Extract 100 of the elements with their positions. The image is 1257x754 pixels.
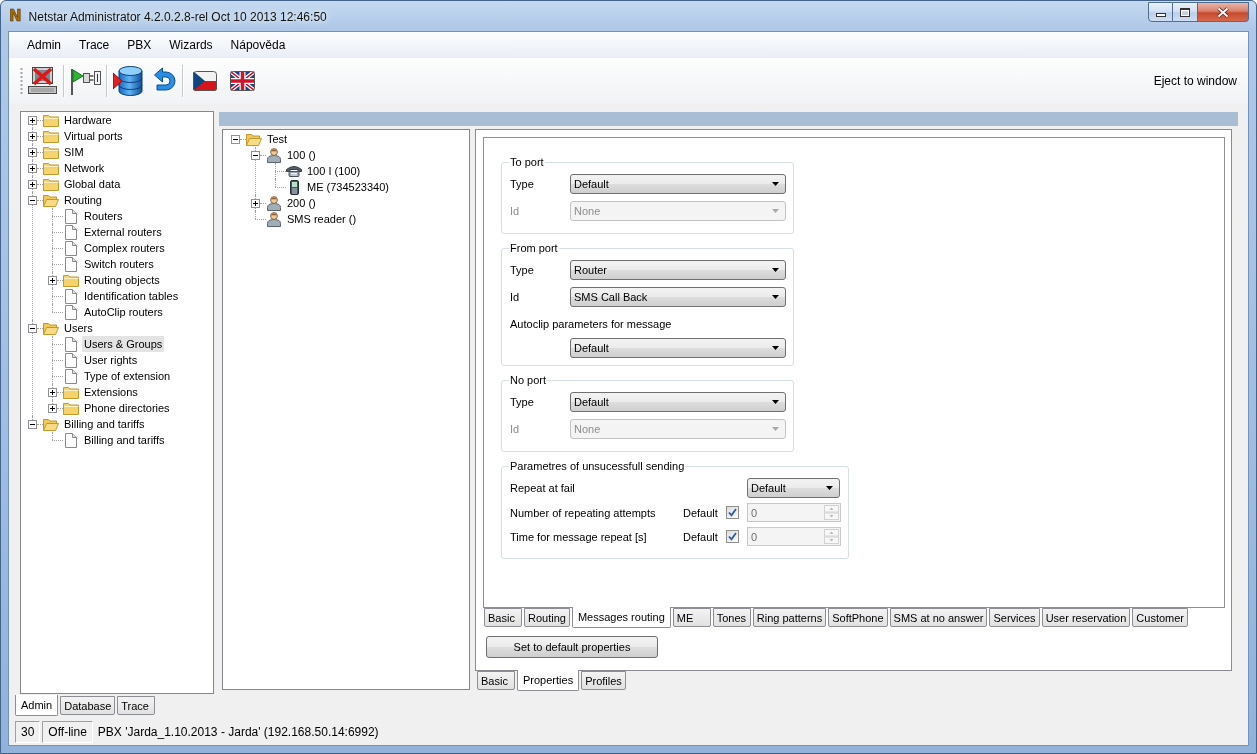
dropdown[interactable]: SMS Call Back [570,287,786,307]
expand-icon[interactable] [48,387,57,397]
tree-item[interactable]: Switch routers [82,256,156,272]
expand-icon[interactable] [48,403,57,413]
tab[interactable]: Profiles [581,671,626,690]
tree-item[interactable]: Users [62,320,95,336]
tab[interactable]: Properties [517,670,580,691]
tab[interactable]: SMS at no answer [889,608,988,627]
tree-item[interactable]: External routers [82,224,164,240]
tab[interactable]: Ring patterns [752,608,827,627]
database-icon[interactable] [113,65,143,97]
dropdown-arrow-icon [826,486,833,490]
tree-item[interactable]: Type of extension [82,368,173,384]
folder-icon [43,129,59,143]
tree-item[interactable]: Users & Groups [82,336,165,352]
czech-flag-icon[interactable] [193,71,217,91]
maximize-button[interactable] [1173,2,1198,22]
collapse-icon[interactable] [251,150,260,160]
eject-to-window-button[interactable]: Eject to window [1153,72,1237,90]
person-icon [267,147,281,163]
tree-item[interactable]: Phone directories [82,400,172,416]
expand-icon[interactable] [28,163,37,173]
expand-icon[interactable] [28,115,37,125]
tree-item[interactable]: Test [265,131,290,147]
tree-item[interactable]: Routers [82,208,125,224]
tree-item[interactable]: Hardware [62,112,114,128]
menu-item[interactable]: Admin [18,34,70,56]
tree-item[interactable]: Routing objects [82,272,162,288]
dropdown[interactable]: Default [570,392,786,412]
tree-item[interactable]: Virtual ports [62,128,125,144]
checkbox-label: Default [683,530,719,543]
open-folder-icon [43,321,59,335]
status-cell: Off-line [42,721,93,743]
grip-icon[interactable] [20,67,23,95]
collapse-icon[interactable] [28,195,37,205]
tree-item[interactable]: Complex routers [82,240,167,256]
plug-icon[interactable] [70,66,101,96]
checkbox[interactable] [726,506,739,519]
number-field[interactable]: 0 [747,503,841,522]
dropdown[interactable]: Router [570,260,786,280]
tree-item[interactable]: Billing and tariffs [62,416,147,432]
telephone-icon [286,165,302,177]
menu-item[interactable]: Trace [70,34,119,56]
collapse-icon[interactable] [28,323,37,333]
tree-item[interactable]: AutoClip routers [82,304,165,320]
dropdown-arrow-icon [772,209,779,213]
tab[interactable]: Basic [477,671,515,690]
group-title: Parametres of unsucessfull sending [509,460,686,473]
tree-item[interactable]: Extensions [82,384,140,400]
minimize-button[interactable] [1148,2,1173,22]
tree-item[interactable]: 100 I (100) [305,163,363,179]
dropdown-arrow-icon [772,182,779,186]
checkbox[interactable] [726,530,739,543]
tree-item[interactable]: SIM [62,144,86,160]
tree-item[interactable]: Network [62,160,107,176]
set-default-button[interactable]: Set to default properties [486,636,658,658]
tree-item[interactable]: 100 () [285,147,318,163]
dropdown[interactable]: Default [747,478,840,498]
expand-icon[interactable] [48,275,57,285]
menu-item[interactable]: Wizards [160,34,222,56]
tree-item[interactable]: Identification tables [82,288,181,304]
tab[interactable]: Admin [15,695,59,716]
menu-item[interactable]: Nápověda [221,34,295,56]
tree-item[interactable]: Global data [62,176,123,192]
tab[interactable]: Services [989,608,1040,627]
expand-icon[interactable] [28,131,37,141]
collapse-icon[interactable] [231,134,240,144]
tree-item[interactable]: SMS reader () [285,211,359,227]
expand-icon[interactable] [28,179,37,189]
number-field[interactable]: 0 [747,527,841,546]
expand-icon[interactable] [251,198,260,208]
dropdown[interactable]: Default [570,338,786,358]
tab[interactable]: Database [60,696,116,715]
window-title: Netstar Administrator 4.2.0.2.8-rel Oct 10 2013 12:46:50 [28,10,327,25]
menu-item[interactable]: PBX [118,34,161,56]
tree-item[interactable]: ME (734523340) [305,179,391,195]
document-icon [65,352,77,368]
tab[interactable]: User reservation [1041,608,1131,627]
tab[interactable]: SoftPhone [828,608,888,627]
tree-item[interactable]: 200 () [285,195,318,211]
tab[interactable]: Routing [524,608,570,627]
tab[interactable]: Trace [117,696,156,715]
expand-icon[interactable] [28,147,37,157]
computer-cross-icon[interactable] [28,66,58,96]
tree-item[interactable]: Billing and tariffs [82,432,167,448]
british-flag-icon[interactable] [230,71,255,91]
tab[interactable]: Basic [484,608,522,627]
maximize-icon [1180,7,1190,17]
field-label: Number of repeating attempts [510,506,657,519]
tree-item[interactable]: Routing [62,192,104,208]
tab[interactable]: Customer [1132,608,1188,627]
tab[interactable]: Messages routing [571,607,671,628]
tab[interactable]: ME [672,608,711,627]
close-button[interactable] [1198,2,1249,22]
collapse-icon[interactable] [28,419,37,429]
field-label: Type [510,178,535,190]
dropdown[interactable]: Default [570,174,786,194]
tab[interactable]: Tones [712,608,751,627]
document-icon [65,432,77,448]
tree-item[interactable]: User rights [82,352,140,368]
